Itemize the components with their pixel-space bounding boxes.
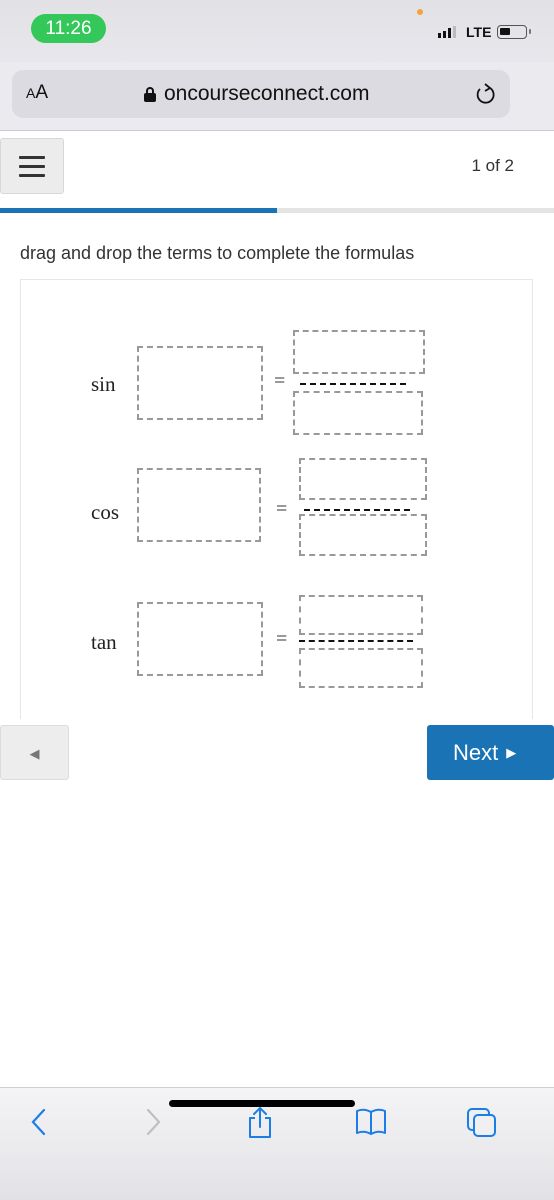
numerator-drop-zone[interactable] (299, 458, 427, 500)
reload-icon[interactable] (474, 82, 496, 112)
address-bar[interactable]: AA oncourseconnect.com (12, 70, 510, 118)
equals-sign: = (276, 628, 288, 650)
bookmarks-icon[interactable] (354, 1106, 388, 1143)
microphone-indicator-dot (417, 9, 423, 15)
formula-sin: sin = (21, 330, 532, 450)
next-button-label: Next (453, 740, 499, 765)
function-label: cos (91, 500, 119, 524)
function-label: tan (91, 630, 117, 654)
numerator-drop-zone[interactable] (293, 330, 425, 374)
numerator-drop-zone[interactable] (299, 595, 423, 635)
signal-icon (438, 26, 456, 38)
previous-button[interactable]: ◀ (0, 725, 69, 780)
formula-cos: cos = (21, 458, 532, 578)
battery-icon (497, 25, 531, 39)
question-instructions: drag and drop the terms to complete the … (20, 243, 415, 263)
back-icon[interactable] (28, 1106, 50, 1143)
argument-drop-zone[interactable] (137, 468, 261, 542)
fraction-line (300, 383, 406, 385)
next-button[interactable]: Next ▶ (427, 725, 554, 780)
status-bar: 11:26 LTE (0, 0, 554, 62)
menu-button[interactable] (0, 138, 64, 194)
text-size-button[interactable]: AA (26, 82, 48, 104)
url-text: oncourseconnect.com (164, 82, 370, 105)
previous-arrow-icon: ◀ (29, 746, 40, 761)
fraction-line (299, 640, 413, 642)
lock-icon (144, 86, 156, 102)
network-type: LTE (466, 24, 492, 40)
denominator-drop-zone[interactable] (299, 514, 427, 556)
fraction-line (304, 509, 410, 511)
equals-sign: = (274, 370, 286, 392)
next-arrow-icon: ▶ (506, 745, 517, 760)
denominator-drop-zone[interactable] (293, 391, 423, 435)
divider (0, 130, 554, 131)
share-icon[interactable] (245, 1106, 275, 1145)
url-display[interactable]: oncourseconnect.com (144, 82, 369, 106)
progress-bar (0, 208, 554, 213)
argument-drop-zone[interactable] (137, 602, 263, 676)
progress-fill (0, 208, 277, 213)
home-indicator[interactable] (169, 1100, 355, 1107)
browser-address-area: AA oncourseconnect.com (0, 62, 554, 130)
tabs-icon[interactable] (465, 1106, 499, 1145)
denominator-drop-zone[interactable] (299, 648, 423, 688)
argument-drop-zone[interactable] (137, 346, 263, 420)
status-time: 11:26 (31, 14, 106, 43)
function-label: sin (91, 372, 116, 396)
formula-tan: tan = (21, 590, 532, 710)
page-indicator: 1 of 2 (471, 156, 514, 175)
formula-card: sin = cos = tan = (20, 279, 533, 719)
forward-icon[interactable] (142, 1106, 164, 1143)
equals-sign: = (276, 498, 288, 520)
